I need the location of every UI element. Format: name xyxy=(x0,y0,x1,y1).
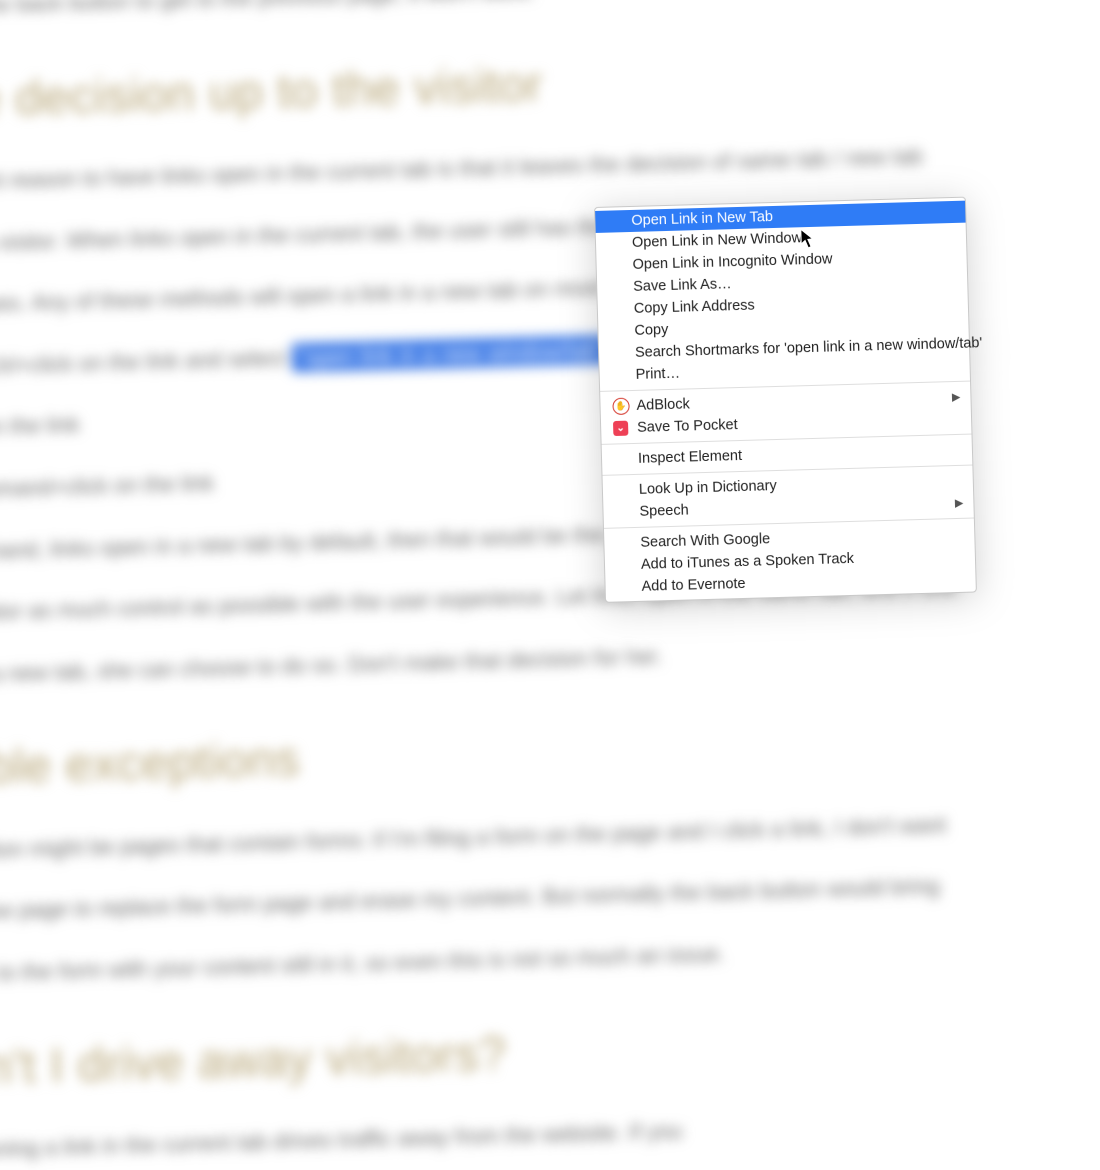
context-menu-item-label: AdBlock xyxy=(636,396,690,413)
context-menu-item-label: Search With Google xyxy=(640,531,770,551)
context-menu-item-label: Look Up in Dictionary xyxy=(639,478,777,498)
chevron-right-icon: ▶ xyxy=(952,390,961,403)
article-text: k or Ctrl+click on the link and select xyxy=(0,345,292,379)
context-menu-item-label: Add to iTunes as a Spoken Track xyxy=(641,551,854,573)
article-line: opening a link in the current tab drives… xyxy=(0,1097,1100,1170)
article-heading: the decision up to the visitor xyxy=(0,25,1100,144)
context-menu-item-label: Open Link in New Window xyxy=(632,230,802,251)
context-menu-item-label: Inspect Element xyxy=(638,448,742,467)
article-line: click the back button to get to the prev… xyxy=(0,0,1100,26)
article-line: portant reason to have links open in the… xyxy=(0,130,1100,203)
context-menu-item-label: Open Link in New Tab xyxy=(631,209,773,229)
article-line: n in a new tab, she can choose to do so.… xyxy=(0,622,1100,695)
context-menu-item-label: Save To Pocket xyxy=(637,417,738,436)
adblock-icon: ✋ xyxy=(612,398,629,415)
context-menu-item-label: Save Link As… xyxy=(633,276,732,295)
context-menu-item-label: Open Link in Incognito Window xyxy=(632,251,832,273)
context-menu-item-label: Copy xyxy=(634,322,668,339)
context-menu-item-label: Add to Evernote xyxy=(641,576,745,595)
context-menu-item-label: Print… xyxy=(635,366,680,383)
article-line: you to the form with your content still … xyxy=(0,921,1100,994)
article-line: ception might be pages that contain form… xyxy=(0,798,1100,871)
article-heading: sible exceptions xyxy=(0,694,1100,813)
pocket-icon: ⌄ xyxy=(613,421,628,436)
context-menu-item-label: Speech xyxy=(639,502,689,519)
context-menu[interactable]: Open Link in New TabOpen Link in New Win… xyxy=(594,197,977,603)
article-heading: on't I drive away visitors? xyxy=(0,993,1100,1112)
article-line: e new page to replace the form page and … xyxy=(0,860,1100,933)
context-menu-item-label: Copy Link Address xyxy=(634,298,755,317)
chevron-right-icon: ▶ xyxy=(955,496,964,509)
selected-link-text: "open link in a new window/tab" xyxy=(291,335,612,372)
